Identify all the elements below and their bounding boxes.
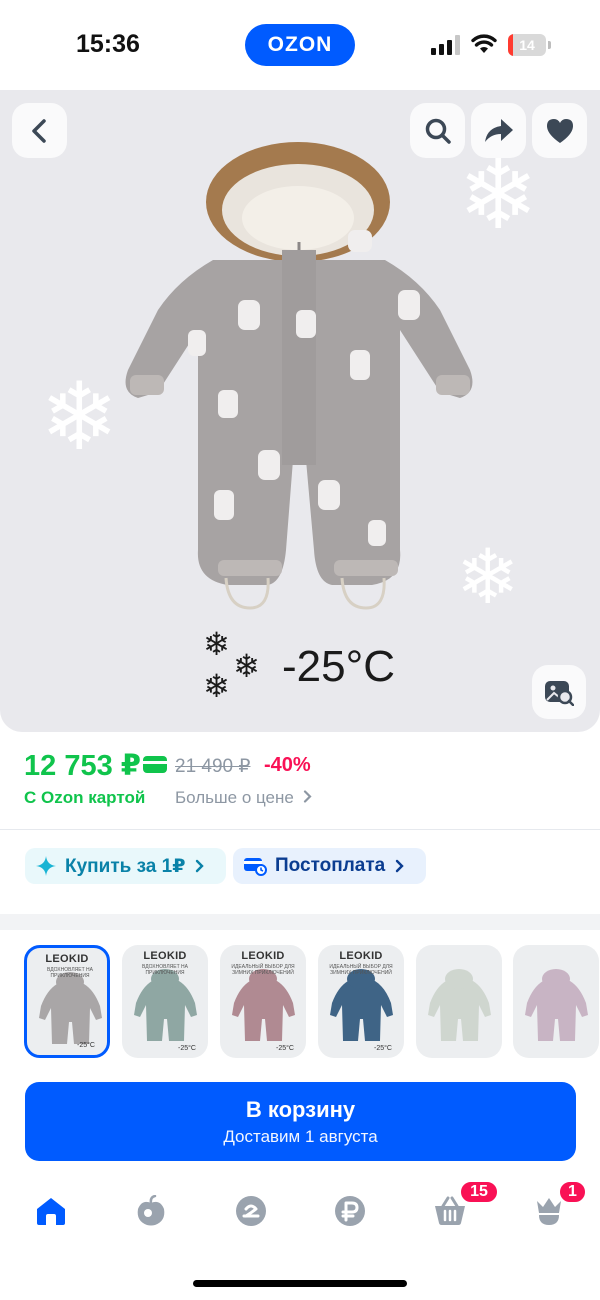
chevron-right-icon [303, 790, 312, 803]
thumbnail-temperature: -25°C [178, 1045, 196, 1052]
thumbnail-brand: LEOKID [241, 950, 285, 962]
variant-thumbnail[interactable]: LEOKID ИДЕАЛЬНЫЙ ВЫБОР ДЛЯ ЗИМНИХ ПРИКЛЮЧ… [318, 945, 404, 1058]
sparkle-icon [36, 856, 56, 876]
thumbnail-temperature: -25°C [77, 1042, 95, 1049]
ozon-card-label: С Ozon картой [24, 788, 146, 807]
ozon-logo[interactable]: OZON [245, 24, 355, 66]
battery-indicator: 14 [508, 34, 551, 56]
discount-badge: -40% [264, 754, 311, 776]
search-button[interactable] [410, 103, 465, 158]
postpay-label: Постоплата [275, 855, 386, 876]
image-search-icon [545, 681, 574, 706]
home-indicator [193, 1280, 407, 1287]
wifi-icon [471, 34, 497, 53]
thumbnail-temperature: -25°C [276, 1045, 294, 1052]
add-to-cart-label: В корзину [245, 1096, 356, 1122]
share-button[interactable] [471, 103, 526, 158]
heart-icon [546, 118, 573, 143]
profile-badge: 1 [558, 1180, 587, 1204]
variant-thumbnail[interactable] [416, 945, 502, 1058]
visual-search-button[interactable] [532, 665, 586, 719]
snowflake-decoration-icon: ❄ [40, 364, 119, 469]
back-button[interactable] [12, 103, 67, 158]
price-current: 12 753 ₽ [24, 750, 141, 782]
thumbnail-caption: ВДОХНОВЛЯЕТ НА ПРИКЛЮЧЕНИЯ [141, 964, 188, 976]
buy-for-one-ruble-label: Купить за 1₽ [65, 855, 186, 877]
more-about-price-label: Больше о цене [175, 788, 294, 807]
battery-percent: 14 [519, 37, 535, 53]
thumbnail-brand: LEOKID [45, 953, 89, 965]
ozon-card-icon [143, 756, 167, 773]
cellular-signal-icon [431, 35, 460, 55]
ruble-icon [335, 1196, 365, 1226]
cart-badge: 15 [459, 1180, 499, 1204]
snowflake-icon: ❄ [203, 626, 230, 662]
status-time: 15:36 [76, 30, 140, 58]
thumbnail-caption: ВДОХНОВЛЯЕТ НА ПРИКЛЮЧЕНИЯ [46, 967, 93, 979]
thumbnail-brand: LEOKID [143, 950, 187, 962]
fresh-icon [137, 1195, 165, 1226]
variant-thumbnail[interactable] [513, 945, 599, 1058]
variant-thumbnail[interactable]: LEOKID ИДЕАЛЬНЫЙ ВЫБОР ДЛЯ ЗИМНИХ ПРИКЛЮЧ… [220, 945, 306, 1058]
postpay-chip[interactable]: Постоплата [233, 848, 426, 884]
variant-thumbnail[interactable]: LEOKID ВДОХНОВЛЯЕТ НА ПРИКЛЮЧЕНИЯ -25°C [122, 945, 208, 1058]
snowflake-icon: ❄ [203, 668, 230, 704]
tab-ozon[interactable] [231, 1193, 271, 1229]
thumbnail-temperature: -25°C [374, 1045, 392, 1052]
variant-preview [525, 969, 588, 1041]
status-bar: 15:36 OZON 14 [0, 0, 600, 90]
variant-preview [428, 969, 491, 1041]
more-about-price-link[interactable]: Больше о цене [175, 788, 313, 808]
ozon-icon [236, 1196, 266, 1226]
thumbnail-caption: ИДЕАЛЬНЫЙ ВЫБОР ДЛЯ ЗИМНИХ ПРИКЛЮЧЕНИЙ [329, 964, 393, 976]
add-to-cart-button[interactable]: В корзину Доставим 1 августа [25, 1082, 576, 1161]
tab-finance[interactable] [330, 1193, 370, 1229]
chevron-right-icon [196, 859, 205, 873]
postpay-card-icon [244, 858, 267, 876]
chevron-right-icon [396, 859, 404, 873]
tab-fresh[interactable] [131, 1193, 171, 1229]
share-icon [484, 118, 513, 142]
profile-icon [537, 1198, 561, 1225]
variant-thumbnail[interactable]: LEOKID ВДОХНОВЛЯЕТ НА ПРИКЛЮЧЕНИЯ -25°C [24, 945, 110, 1058]
thumbnail-caption: ИДЕАЛЬНЫЙ ВЫБОР ДЛЯ ЗИМНИХ ПРИКЛЮЧЕНИЙ [231, 964, 295, 976]
price-old: 21 490 ₽ [175, 756, 251, 777]
chevron-left-icon [31, 118, 46, 143]
search-icon [425, 118, 451, 144]
thumbnail-brand: LEOKID [339, 950, 383, 962]
divider [0, 829, 600, 830]
section-separator [0, 914, 600, 930]
home-icon [37, 1198, 65, 1225]
snowflake-icon: ❄ [233, 648, 260, 684]
buy-for-one-ruble-chip[interactable]: Купить за 1₽ [25, 848, 226, 884]
tab-home[interactable] [31, 1193, 71, 1229]
product-image [125, 142, 473, 610]
product-gallery[interactable]: ❄ ❄ ❄ ❄ ❄ ❄ -25°C [0, 90, 600, 732]
delivery-date: Доставим 1 августа [223, 1126, 378, 1146]
favorite-button[interactable] [532, 103, 587, 158]
temperature-rating: -25°C [282, 642, 395, 691]
